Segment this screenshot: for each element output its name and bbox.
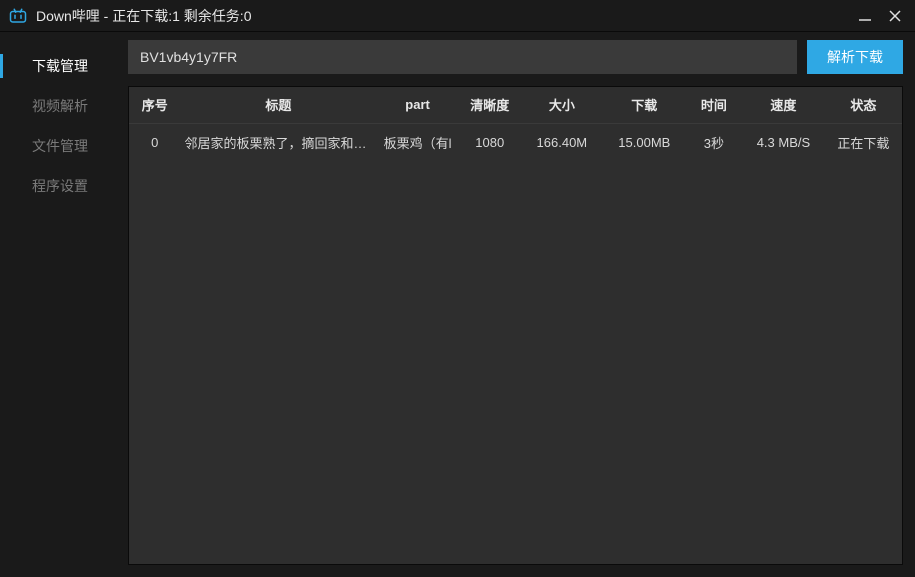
cell-part: 板栗鸡（有l — [376, 123, 458, 161]
minimize-button[interactable] — [855, 6, 875, 26]
url-input[interactable] — [128, 40, 797, 74]
parse-download-button[interactable]: 解析下载 — [807, 40, 903, 74]
col-header-time[interactable]: 时间 — [686, 87, 743, 123]
titlebar: Down哔哩 - 正在下载:1 剩余任务:0 — [0, 0, 915, 32]
col-header-part[interactable]: part — [376, 87, 458, 123]
table-row[interactable]: 0 邻居家的板栗熟了，摘回家和土鸡 板栗鸡（有l 1080 166.40M 15… — [129, 123, 902, 161]
sidebar-item-download-manager[interactable]: 下载管理 — [0, 46, 120, 86]
download-table: 序号 标题 part 清晰度 大小 下载 时间 速度 状态 0 邻居家的板栗熟了 — [128, 86, 903, 565]
cell-title: 邻居家的板栗熟了，摘回家和土鸡 — [181, 123, 377, 161]
cell-quality: 1080 — [459, 123, 521, 161]
sidebar-item-label: 下载管理 — [32, 56, 88, 76]
sidebar-item-label: 视频解析 — [32, 96, 88, 116]
col-header-speed[interactable]: 速度 — [742, 87, 824, 123]
col-header-downloaded[interactable]: 下载 — [603, 87, 685, 123]
cell-downloaded: 15.00MB — [603, 123, 685, 161]
cell-status: 正在下载 — [825, 123, 902, 161]
cell-size: 166.40M — [521, 123, 603, 161]
sidebar-item-label: 程序设置 — [32, 176, 88, 196]
search-bar: 解析下载 — [128, 40, 903, 74]
cell-speed: 4.3 MB/S — [742, 123, 824, 161]
sidebar-item-video-parse[interactable]: 视频解析 — [0, 86, 120, 126]
table-header-row: 序号 标题 part 清晰度 大小 下载 时间 速度 状态 — [129, 87, 902, 123]
cell-index: 0 — [129, 123, 181, 161]
titlebar-text: Down哔哩 - 正在下载:1 剩余任务:0 — [36, 6, 855, 26]
sidebar-item-file-manager[interactable]: 文件管理 — [0, 126, 120, 166]
app-icon — [8, 6, 28, 26]
sidebar-item-settings[interactable]: 程序设置 — [0, 166, 120, 206]
titlebar-controls — [855, 6, 911, 26]
col-header-quality[interactable]: 清晰度 — [459, 87, 521, 123]
close-button[interactable] — [885, 6, 905, 26]
sidebar-item-label: 文件管理 — [32, 136, 88, 156]
cell-time: 3秒 — [686, 123, 743, 161]
main-panel: 解析下载 序号 标题 part 清晰度 大小 下载 时 — [120, 32, 915, 577]
col-header-status[interactable]: 状态 — [825, 87, 902, 123]
sidebar: 下载管理 视频解析 文件管理 程序设置 — [0, 32, 120, 577]
col-header-title[interactable]: 标题 — [181, 87, 377, 123]
col-header-index[interactable]: 序号 — [129, 87, 181, 123]
col-header-size[interactable]: 大小 — [521, 87, 603, 123]
